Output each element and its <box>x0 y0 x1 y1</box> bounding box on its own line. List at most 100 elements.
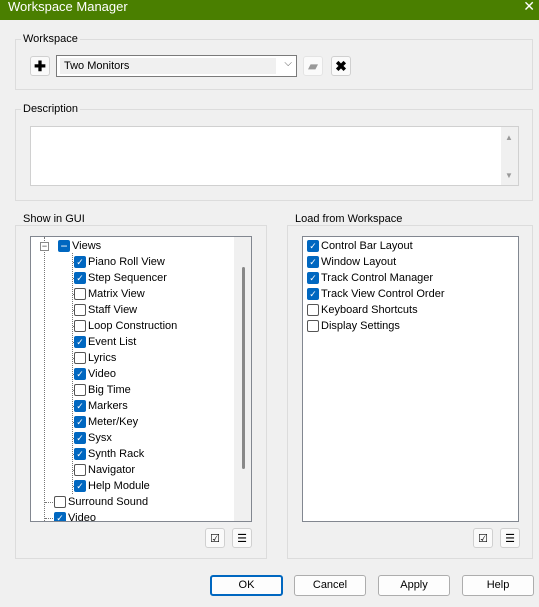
tree-item[interactable]: Staff View <box>74 302 137 318</box>
tree-item[interactable]: ✓ Step Sequencer <box>74 270 167 286</box>
item-label: Step Sequencer <box>88 272 167 284</box>
checkbox-checked[interactable]: ✓ <box>307 256 319 268</box>
checkbox-unchecked[interactable] <box>74 320 86 332</box>
load-item[interactable]: ✓ Track Control Manager <box>307 270 433 286</box>
load-list[interactable]: ✓ Control Bar Layout ✓ Window Layout ✓ Track … <box>302 236 519 522</box>
help-button[interactable]: Help <box>462 575 534 596</box>
tree-item[interactable]: ✓ Sysx <box>74 430 112 446</box>
item-label: Piano Roll View <box>88 256 165 268</box>
tree-label: Views <box>72 240 102 252</box>
checkbox-unchecked[interactable] <box>74 304 86 316</box>
chevron-down-icon: ⌵ <box>284 58 292 69</box>
workspace-value: Two Monitors <box>60 58 276 74</box>
checkbox-checked[interactable]: ✓ <box>74 400 86 412</box>
checkbox-unchecked[interactable] <box>74 288 86 300</box>
load-item[interactable]: ✓ Window Layout <box>307 254 396 270</box>
checkbox-checked[interactable]: ✓ <box>307 272 319 284</box>
save-workspace-button[interactable]: ▰ <box>303 56 323 76</box>
list-icon: ☰ <box>232 528 252 548</box>
load-item[interactable]: Display Settings <box>307 318 400 334</box>
add-workspace-button[interactable]: ✚ <box>30 56 50 76</box>
tree-item[interactable]: ✓ Video <box>74 366 116 382</box>
tree-item[interactable]: ✓ Help Module <box>74 478 150 494</box>
tree-item[interactable]: ✓ Meter/Key <box>74 414 138 430</box>
checkbox-checked[interactable]: ✓ <box>74 448 86 460</box>
tree-line <box>45 518 53 519</box>
workspace-dropdown[interactable]: Two Monitors ⌵ <box>56 55 297 77</box>
list-icon: ☰ <box>500 528 520 548</box>
item-label: Markers <box>88 400 128 412</box>
tree-line <box>44 237 45 521</box>
cancel-button[interactable]: Cancel <box>294 575 366 596</box>
item-label: Matrix View <box>88 288 145 300</box>
apply-button[interactable]: Apply <box>378 575 450 596</box>
checkbox-unchecked[interactable] <box>307 320 319 332</box>
tree-item[interactable]: ✓ Synth Rack <box>74 446 144 462</box>
load-uncheck-all-button[interactable]: ☰ <box>500 528 520 548</box>
tree-item[interactable]: ✓ Piano Roll View <box>74 254 165 270</box>
item-label: Navigator <box>88 464 136 476</box>
load-item[interactable]: Keyboard Shortcuts <box>307 302 418 318</box>
delete-workspace-button[interactable]: ✖ <box>331 56 351 76</box>
scroll-down-icon[interactable]: ▼ <box>505 171 513 180</box>
item-label: Video <box>68 512 96 522</box>
scroll-up-icon[interactable]: ▲ <box>505 133 513 142</box>
tree-item[interactable]: ✓ Event List <box>74 334 136 350</box>
description-scrollbar[interactable]: ▲ ▼ <box>501 127 518 185</box>
uncheck-all-button[interactable]: ☰ <box>232 528 252 548</box>
item-label: Big Time <box>88 384 131 396</box>
item-label: Track View Control Order <box>321 288 445 300</box>
tree-item[interactable]: Surround Sound <box>54 494 148 510</box>
checkbox-checked[interactable]: ✓ <box>74 256 86 268</box>
checkbox-checked[interactable]: ✓ <box>307 240 319 252</box>
item-label: Control Bar Layout <box>321 240 413 252</box>
gui-tree[interactable]: − − Views ✓ Piano Roll View ✓ Step Sequence… <box>30 236 252 522</box>
ok-button[interactable]: OK <box>210 575 283 596</box>
description-label: Description <box>21 103 81 115</box>
item-label: Surround Sound <box>68 496 149 508</box>
item-label: Loop Construction <box>88 320 178 332</box>
checkbox-unchecked[interactable] <box>74 352 86 364</box>
tree-item[interactable]: Navigator <box>74 462 135 478</box>
load-check-all-button[interactable]: ☑ <box>473 528 493 548</box>
checkbox-unchecked[interactable] <box>74 464 86 476</box>
window-title: Workspace Manager <box>8 0 128 14</box>
check-all-button[interactable]: ☑ <box>205 528 225 548</box>
checkbox-checked[interactable]: ✓ <box>74 416 86 428</box>
plus-icon: ✚ <box>34 57 46 74</box>
checkbox-checked[interactable]: ✓ <box>307 288 319 300</box>
close-icon[interactable]: ✕ <box>523 0 535 15</box>
load-item[interactable]: ✓ Control Bar Layout <box>307 238 413 254</box>
tree-item[interactable]: Big Time <box>74 382 131 398</box>
item-label: Track Control Manager <box>321 272 434 284</box>
checkbox-unchecked[interactable] <box>307 304 319 316</box>
item-label: Staff View <box>88 304 138 316</box>
checkbox-checked[interactable]: ✓ <box>54 512 66 521</box>
tree-item[interactable]: Loop Construction <box>74 318 177 334</box>
tree-scrollbar[interactable] <box>234 237 251 521</box>
checkbox-checked[interactable]: ✓ <box>74 480 86 492</box>
tree-node-views[interactable]: − − Views <box>40 238 101 254</box>
item-label: Keyboard Shortcuts <box>321 304 418 316</box>
tree-item[interactable]: Lyrics <box>74 350 116 366</box>
checkbox-unchecked[interactable] <box>74 384 86 396</box>
checkbox-checked[interactable]: ✓ <box>74 272 86 284</box>
show-in-gui-label: Show in GUI <box>21 213 87 225</box>
tree-item[interactable]: ✓ Markers <box>74 398 128 414</box>
scrollbar-thumb[interactable] <box>242 267 245 469</box>
item-label: Event List <box>88 336 137 348</box>
checkbox-checked[interactable]: ✓ <box>74 336 86 348</box>
item-label: Sysx <box>88 432 112 444</box>
load-item[interactable]: ✓ Track View Control Order <box>307 286 444 302</box>
checkbox-checked[interactable]: ✓ <box>74 368 86 380</box>
checkbox-checked[interactable]: ✓ <box>74 432 86 444</box>
tree-item[interactable]: Matrix View <box>74 286 145 302</box>
checklist-icon: ☑ <box>205 528 225 548</box>
checkbox-unchecked[interactable] <box>54 496 66 508</box>
delete-icon: ✖ <box>335 57 347 74</box>
description-textarea[interactable]: ▲ ▼ <box>30 126 519 186</box>
views-checkbox-partial[interactable]: − <box>58 239 70 253</box>
collapse-icon[interactable]: − <box>40 241 49 251</box>
tree-item[interactable]: ✓ Video <box>54 510 96 522</box>
item-label: Help Module <box>88 480 150 492</box>
